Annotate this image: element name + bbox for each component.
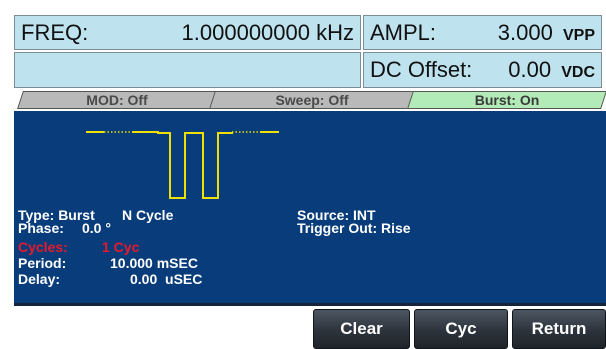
- amplitude-display[interactable]: AMPL: 3.000 VPP: [363, 15, 602, 50]
- amplitude-label: AMPL:: [370, 20, 437, 45]
- cyc-button[interactable]: Cyc: [414, 309, 508, 349]
- burst-type-value[interactable]: N Cycle: [122, 207, 173, 223]
- amplitude-value: 3.000: [497, 20, 553, 45]
- return-button[interactable]: Return: [512, 309, 606, 349]
- dc-offset-value: 0.00: [508, 57, 552, 82]
- dc-offset-value-group: 0.00 VDC: [508, 53, 595, 89]
- phase-value[interactable]: 0.0 °: [82, 220, 111, 236]
- dc-offset-display[interactable]: DC Offset: 0.00 VDC: [363, 52, 602, 88]
- status-row-2: DC Offset: 0.00 VDC: [14, 52, 602, 88]
- frequency-value: 1.000000000 kHz: [181, 20, 354, 45]
- cycles-value[interactable]: 1 Cyc: [102, 239, 139, 255]
- frequency-display[interactable]: FREQ: 1.000000000 kHz: [14, 15, 361, 50]
- tab-burst-label: Burst: On: [474, 92, 540, 108]
- dc-offset-label: DC Offset:: [370, 57, 473, 82]
- phase-label: Phase:: [18, 220, 64, 236]
- tab-sweep-label: Sweep: Off: [275, 92, 349, 108]
- amplitude-value-group: 3.000 VPP: [498, 16, 595, 52]
- cycles-label: Cycles:: [18, 239, 68, 255]
- function-generator-screen: FREQ: 1.000000000 kHz AMPL: 3.000 VPP DC…: [0, 0, 606, 349]
- frequency-label: FREQ:: [21, 20, 89, 45]
- trigger-out[interactable]: Trigger Out: Rise: [297, 220, 411, 236]
- delay-value[interactable]: 0.00 uSEC: [130, 271, 202, 287]
- empty-status-cell: [14, 52, 361, 88]
- mode-tabs: MOD: Off Sweep: Off Burst: On: [14, 90, 606, 110]
- delay-label: Delay:: [18, 271, 61, 287]
- waveform-burst-cycle: [132, 131, 233, 199]
- period-value[interactable]: 10.000 mSEC: [110, 255, 198, 271]
- amplitude-unit: VPP: [562, 27, 595, 44]
- period-label: Period:: [18, 255, 67, 271]
- tab-sweep[interactable]: Sweep: Off: [209, 91, 415, 109]
- dc-offset-unit: VDC: [561, 64, 595, 81]
- burst-waveform-preview: [86, 131, 279, 199]
- status-row-1: FREQ: 1.000000000 kHz AMPL: 3.000 VPP: [14, 15, 602, 50]
- tab-mod-label: MOD: Off: [86, 92, 148, 108]
- tab-burst[interactable]: Burst: On: [407, 91, 606, 109]
- tab-mod[interactable]: MOD: Off: [17, 91, 217, 109]
- burst-settings-panel: Type: Burst N Cycle Phase: 0.0 ° Cycles:…: [14, 111, 606, 306]
- clear-button[interactable]: Clear: [313, 309, 410, 349]
